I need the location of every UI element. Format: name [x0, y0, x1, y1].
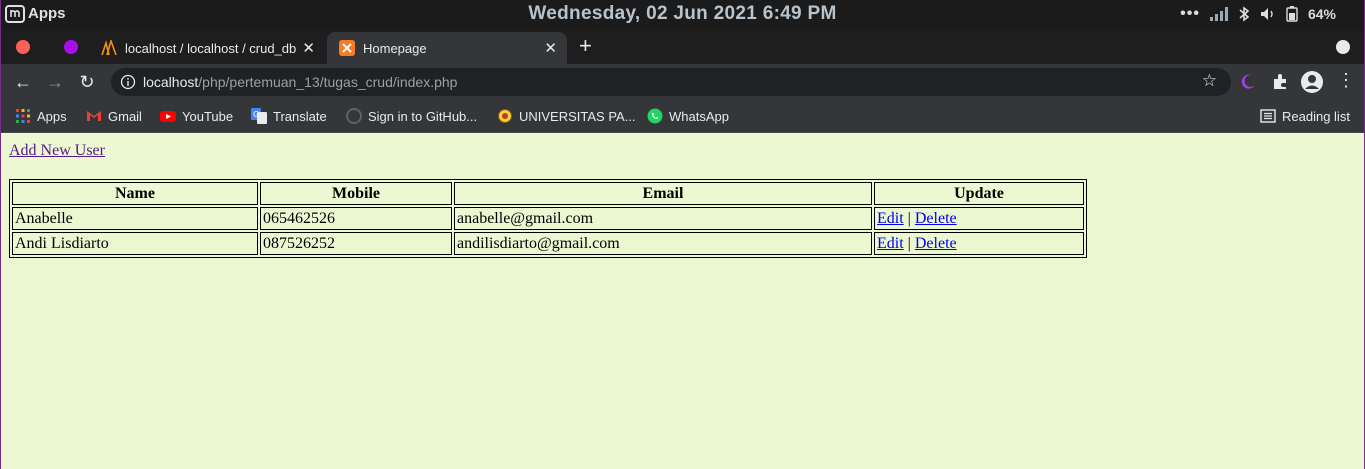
bookmark-label: UNIVERSITAS PA... — [519, 108, 636, 124]
github-icon — [346, 108, 362, 124]
apps-grid-icon — [16, 109, 30, 123]
link-separator: | — [907, 234, 911, 252]
address-bar[interactable]: localhost/php/pertemuan_13/tugas_crud/in… — [111, 68, 1231, 96]
header-mobile: Mobile — [260, 182, 452, 205]
table-header-row: Name Mobile Email Update — [12, 182, 1084, 205]
menu-dots-icon[interactable]: ••• — [1180, 5, 1200, 23]
cell-name: Anabelle — [12, 207, 258, 230]
browser-menu-icon[interactable]: ⋮ — [1337, 70, 1355, 90]
bookmark-translate[interactable]: G Translate — [251, 108, 327, 124]
bookmark-label: Sign in to GitHub... — [368, 108, 478, 124]
cell-email: anabelle@gmail.com — [454, 207, 872, 230]
battery-icon[interactable] — [1286, 6, 1298, 22]
bookmark-label: WhatsApp — [669, 108, 729, 124]
delete-link[interactable]: Delete — [915, 235, 957, 252]
bookmark-gmail[interactable]: Gmail — [86, 108, 142, 124]
edit-link[interactable]: Edit — [877, 235, 904, 252]
tab-phpmyadmin[interactable]: localhost / localhost / crud_db ✕ — [89, 32, 325, 64]
reading-list-icon — [1260, 109, 1276, 123]
profile-avatar-icon[interactable] — [1301, 71, 1323, 93]
cell-update: Edit | Delete — [874, 232, 1084, 255]
url-host: localhost — [143, 74, 199, 90]
header-name: Name — [12, 182, 258, 205]
youtube-icon — [160, 111, 176, 122]
tab-strip: localhost / localhost / crud_db ✕ Homepa… — [1, 30, 1364, 64]
reading-list-label: Reading list — [1282, 108, 1350, 124]
cell-update: Edit | Delete — [874, 207, 1084, 230]
bookmark-whatsapp[interactable]: WhatsApp — [647, 108, 729, 124]
reload-icon[interactable]: ↻ — [77, 72, 97, 92]
system-clock[interactable]: Wednesday, 02 Jun 2021 6:49 PM — [1, 3, 1364, 25]
tab-close-icon[interactable]: ✕ — [302, 39, 315, 57]
url-text[interactable]: localhost/php/pertemuan_13/tugas_crud/in… — [143, 74, 457, 90]
cell-email: andilisdiarto@gmail.com — [454, 232, 872, 255]
tab-homepage[interactable]: Homepage ✕ — [327, 32, 567, 64]
cell-mobile: 065462526 — [260, 207, 452, 230]
back-icon[interactable]: ← — [13, 72, 33, 92]
forward-icon[interactable]: → — [45, 72, 65, 92]
delete-link[interactable]: Delete — [915, 210, 957, 227]
battery-percent: 64% — [1307, 6, 1336, 22]
table-row: Andi Lisdiarto 087526252 andilisdiarto@g… — [12, 232, 1084, 255]
link-separator: | — [907, 209, 911, 227]
url-path: /php/pertemuan_13/tugas_crud/index.php — [198, 74, 458, 90]
gmail-icon — [87, 111, 101, 121]
xampp-icon — [339, 40, 355, 56]
bookmarks-bar: Apps Gmail YouTube G Translate Sign in t… — [1, 100, 1364, 133]
edit-link[interactable]: Edit — [877, 210, 904, 227]
screen: Apps Wednesday, 02 Jun 2021 6:49 PM ••• … — [0, 0, 1365, 469]
svg-text:G: G — [253, 110, 259, 119]
tab-close-icon[interactable]: ✕ — [544, 39, 557, 57]
system-tray: ••• 64% — [1180, 5, 1336, 23]
reading-list[interactable]: Reading list — [1260, 108, 1350, 124]
add-new-user-link[interactable]: Add New User — [9, 142, 105, 160]
window-close-dot[interactable] — [16, 40, 30, 54]
header-update: Update — [874, 182, 1084, 205]
bookmark-star-icon[interactable]: ☆ — [1202, 71, 1217, 91]
new-tab-icon[interactable]: + — [579, 35, 592, 57]
tab-search-icon[interactable] — [1336, 40, 1350, 54]
site-info-icon[interactable] — [120, 74, 136, 90]
bluetooth-icon[interactable] — [1238, 6, 1250, 22]
header-email: Email — [454, 182, 872, 205]
phpmyadmin-icon — [101, 40, 117, 56]
users-table: Name Mobile Email Update Anabelle 065462… — [9, 179, 1087, 258]
bookmark-label: YouTube — [182, 108, 234, 124]
browser-toolbar: ← → ↻ localhost/php/pertemuan_13/tugas_c… — [1, 64, 1364, 100]
cell-name: Andi Lisdiarto — [12, 232, 258, 255]
bookmark-github[interactable]: Sign in to GitHub... — [346, 108, 477, 124]
cell-mobile: 087526252 — [260, 232, 452, 255]
volume-icon[interactable] — [1260, 7, 1276, 21]
table-row: Anabelle 065462526 anabelle@gmail.com Ed… — [12, 207, 1084, 230]
system-top-bar: Apps Wednesday, 02 Jun 2021 6:49 PM ••• … — [1, 0, 1364, 30]
translate-icon: G — [251, 108, 267, 124]
tab-title: localhost / localhost / crud_db — [125, 41, 297, 56]
university-icon — [498, 109, 512, 123]
bookmark-university[interactable]: UNIVERSITAS PA... — [497, 108, 636, 124]
signal-icon[interactable] — [1209, 7, 1228, 21]
bookmark-label: Gmail — [108, 108, 142, 124]
whatsapp-icon — [647, 108, 663, 124]
window-minimize-dot[interactable] — [64, 40, 78, 54]
bookmark-youtube[interactable]: YouTube — [160, 108, 233, 124]
extensions-icon[interactable] — [1271, 73, 1289, 91]
tab-title: Homepage — [363, 41, 427, 56]
bookmark-label: Apps — [37, 108, 67, 124]
bookmark-label: Translate — [273, 108, 327, 124]
dark-mode-extension-icon[interactable] — [1239, 73, 1257, 91]
bookmark-apps[interactable]: Apps — [15, 108, 67, 124]
page-content: Add New User Name Mobile Email Update An… — [1, 133, 1364, 469]
